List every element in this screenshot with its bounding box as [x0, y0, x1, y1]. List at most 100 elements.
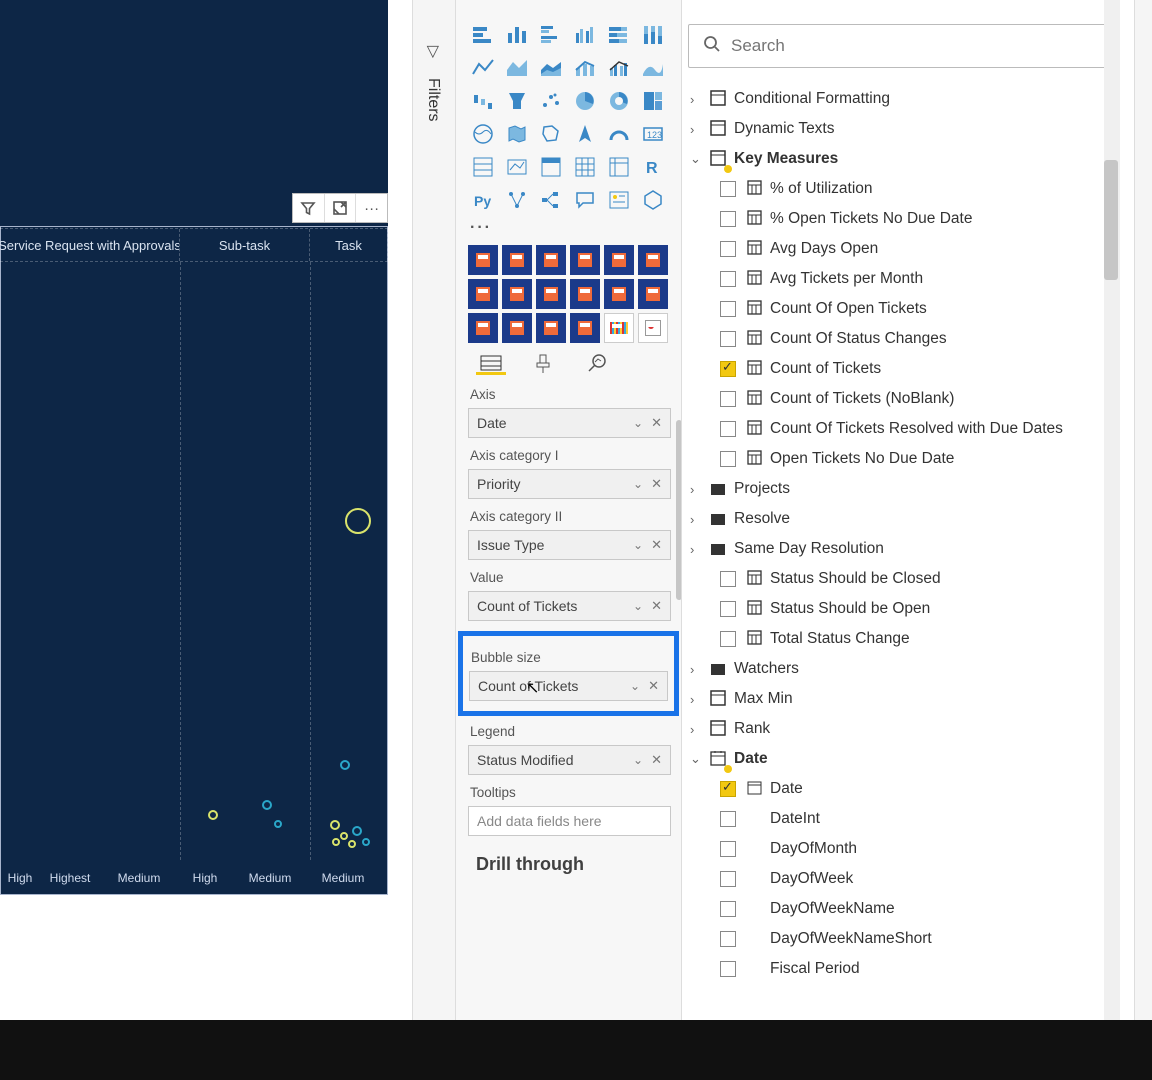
field-row[interactable]: Total Status Change — [684, 624, 1110, 654]
card-icon[interactable]: 123 — [638, 119, 668, 149]
bubble[interactable] — [208, 810, 218, 820]
table-row[interactable]: ›Resolve — [684, 504, 1110, 534]
chevron-icon[interactable]: › — [690, 692, 708, 707]
chevron-down-icon[interactable]: ⌄ — [633, 538, 643, 552]
ellipsis-icon[interactable]: ··· — [356, 194, 387, 222]
field-checkbox[interactable] — [720, 601, 736, 617]
paginated-report-icon[interactable] — [638, 185, 668, 215]
shape-map-icon[interactable] — [536, 119, 566, 149]
slicer-icon[interactable] — [536, 152, 566, 182]
more-visuals-ellipsis[interactable]: ··· — [470, 219, 675, 237]
field-checkbox[interactable] — [720, 931, 736, 947]
focus-mode-icon[interactable] — [325, 194, 357, 222]
area-chart-icon[interactable] — [502, 53, 532, 83]
field-checkbox[interactable] — [720, 451, 736, 467]
azure-map-icon[interactable] — [570, 119, 600, 149]
field-row[interactable]: Date — [684, 774, 1110, 804]
field-checkbox[interactable] — [720, 901, 736, 917]
table-row[interactable]: ›Same Day Resolution — [684, 534, 1110, 564]
field-row[interactable]: DayOfWeekName — [684, 894, 1110, 924]
field-checkbox[interactable] — [720, 781, 736, 797]
remove-icon[interactable]: ✕ — [651, 598, 662, 614]
custom-visual-icon[interactable] — [502, 279, 532, 309]
custom-visual-icon[interactable] — [638, 279, 668, 309]
chevron-icon[interactable]: › — [690, 482, 708, 497]
field-row[interactable]: DayOfWeek — [684, 864, 1110, 894]
field-row[interactable]: DayOfMonth — [684, 834, 1110, 864]
axis-well[interactable]: Date⌄✕ — [468, 408, 671, 438]
chevron-down-icon[interactable]: ⌄ — [633, 599, 643, 613]
bubble[interactable] — [274, 820, 282, 828]
field-checkbox[interactable] — [720, 301, 736, 317]
table-row[interactable]: ⌄Key Measures — [684, 144, 1110, 174]
field-row[interactable]: % of Utilization — [684, 174, 1110, 204]
bubble[interactable] — [330, 820, 340, 830]
fields-search[interactable] — [688, 24, 1106, 68]
remove-icon[interactable]: ✕ — [651, 476, 662, 492]
bubble-size-well[interactable]: Count of Tickets⌄✕ ↖ — [469, 671, 668, 701]
stacked-column-100-icon[interactable] — [638, 20, 668, 50]
field-row[interactable]: Count Of Open Tickets — [684, 294, 1110, 324]
remove-icon[interactable]: ✕ — [651, 752, 662, 768]
r-visual-icon[interactable]: R — [638, 152, 668, 182]
custom-visual-icon[interactable] — [536, 279, 566, 309]
custom-visual-icon[interactable] — [604, 313, 634, 343]
fields-tab[interactable] — [476, 353, 506, 375]
axis-category-2-well[interactable]: Issue Type⌄✕ — [468, 530, 671, 560]
python-visual-icon[interactable]: Py — [468, 185, 498, 215]
search-input[interactable] — [731, 36, 1091, 56]
field-row[interactable]: % Open Tickets No Due Date — [684, 204, 1110, 234]
table-row[interactable]: ›Conditional Formatting — [684, 84, 1110, 114]
field-checkbox[interactable] — [720, 181, 736, 197]
chevron-icon[interactable]: ⌄ — [690, 751, 708, 767]
bubble[interactable] — [340, 832, 348, 840]
field-checkbox[interactable] — [720, 421, 736, 437]
stacked-column-icon[interactable] — [502, 20, 532, 50]
field-checkbox[interactable] — [720, 391, 736, 407]
field-row[interactable]: Count of Tickets (NoBlank) — [684, 384, 1110, 414]
custom-visual-icon[interactable] — [604, 279, 634, 309]
field-checkbox[interactable] — [720, 331, 736, 347]
chevron-icon[interactable]: › — [690, 722, 708, 737]
line-chart-icon[interactable] — [468, 53, 498, 83]
chevron-icon[interactable]: › — [690, 122, 708, 137]
field-row[interactable]: Status Should be Open — [684, 594, 1110, 624]
field-row[interactable]: DayOfWeekNameShort — [684, 924, 1110, 954]
tooltips-well[interactable]: Add data fields here — [468, 806, 671, 836]
expand-filters-icon[interactable]: ◁ — [422, 46, 442, 58]
custom-visual-icon[interactable] — [570, 245, 600, 275]
table-row[interactable]: ›Max Min — [684, 684, 1110, 714]
scatter-icon[interactable] — [536, 86, 566, 116]
line-column-icon[interactable] — [570, 53, 600, 83]
table-row[interactable]: ›Projects — [684, 474, 1110, 504]
map-icon[interactable] — [468, 119, 498, 149]
field-checkbox[interactable] — [720, 871, 736, 887]
field-checkbox[interactable] — [720, 271, 736, 287]
stacked-area-icon[interactable] — [536, 53, 566, 83]
bubble[interactable] — [348, 840, 356, 848]
funnel-icon[interactable] — [502, 86, 532, 116]
kpi-icon[interactable] — [502, 152, 532, 182]
visualizations-scrollbar[interactable] — [674, 420, 682, 1010]
donut-icon[interactable] — [604, 86, 634, 116]
field-row[interactable]: Count Of Status Changes — [684, 324, 1110, 354]
clustered-bar-icon[interactable] — [536, 20, 566, 50]
filters-pane-collapsed[interactable]: ◁ Filters — [412, 0, 456, 1020]
field-checkbox[interactable] — [720, 571, 736, 587]
custom-visual-icon[interactable] — [638, 313, 668, 343]
multi-row-card-icon[interactable] — [468, 152, 498, 182]
axis-category-1-well[interactable]: Priority⌄✕ — [468, 469, 671, 499]
field-row[interactable]: DateInt — [684, 804, 1110, 834]
bubble[interactable] — [362, 838, 370, 846]
qa-visual-icon[interactable] — [570, 185, 600, 215]
bubble[interactable] — [262, 800, 272, 810]
format-tab[interactable] — [528, 353, 558, 375]
custom-visual-icon[interactable] — [604, 245, 634, 275]
gauge-icon[interactable] — [604, 119, 634, 149]
smart-narrative-icon[interactable] — [604, 185, 634, 215]
decomposition-tree-icon[interactable] — [536, 185, 566, 215]
custom-visual-icon[interactable] — [536, 313, 566, 343]
field-row[interactable]: Count of Tickets — [684, 354, 1110, 384]
bubble[interactable] — [332, 838, 340, 846]
matrix-icon[interactable] — [604, 152, 634, 182]
